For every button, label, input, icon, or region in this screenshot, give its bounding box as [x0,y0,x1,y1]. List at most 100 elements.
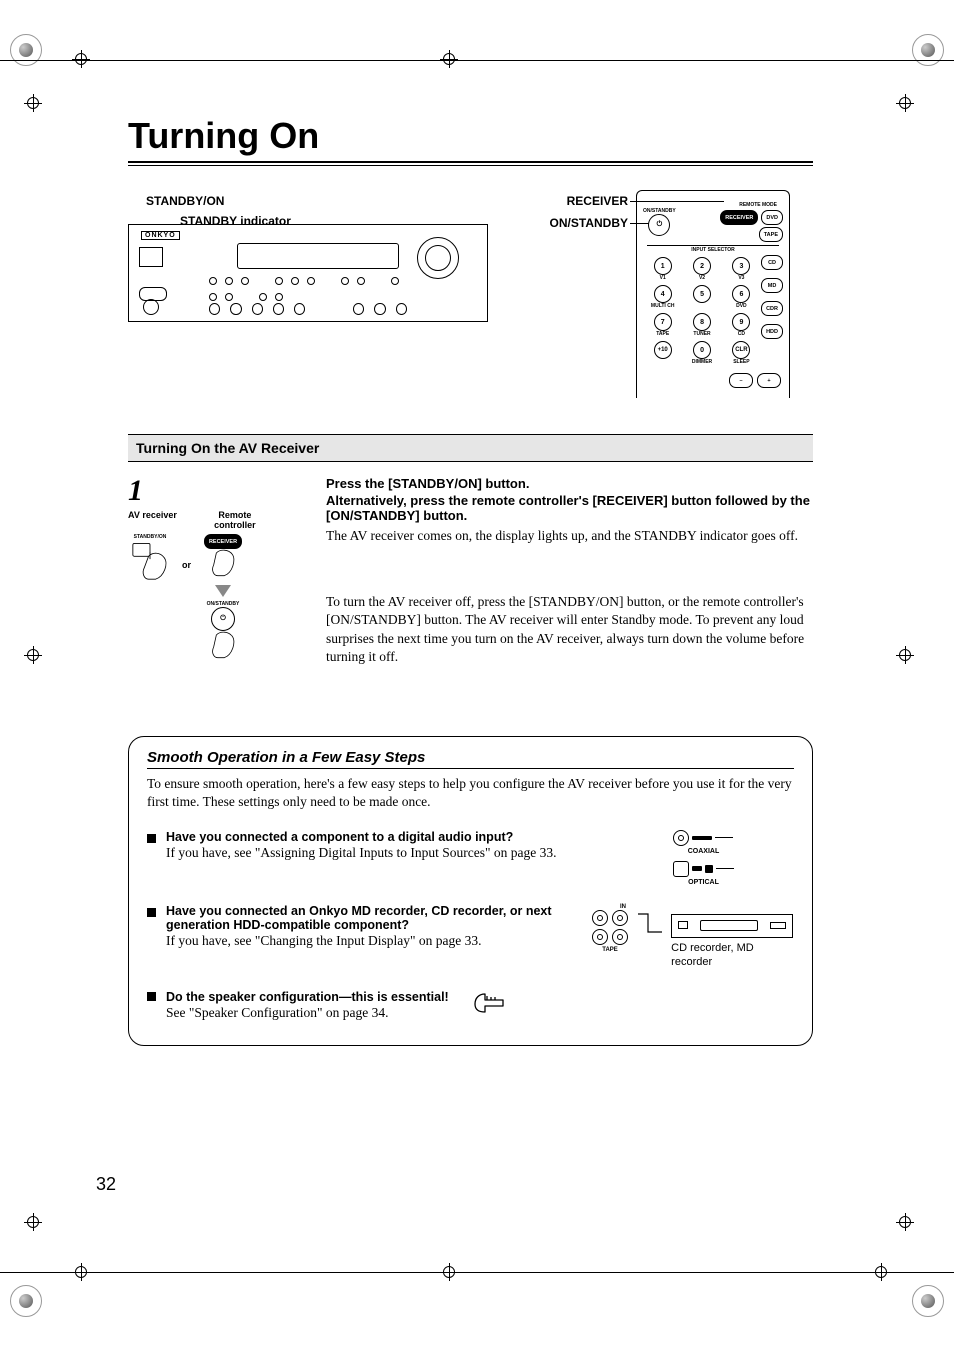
num-sub: DVD [736,303,747,309]
page-number: 32 [96,1174,116,1195]
square-bullet-icon [147,992,156,1001]
coaxial-label: COAXIAL [673,848,734,855]
coax-jack-icon [673,830,689,846]
crop-mark [912,34,944,66]
step1-line2: Alternatively, press the remote controll… [326,493,813,523]
side-button: HDD [761,324,783,339]
registration-mark [440,50,458,68]
side-button: CD [761,255,783,270]
num-button: CLR [732,341,750,359]
plug-icon [692,836,712,840]
num-sub: TUNER [693,331,710,337]
remote-on-standby-button: ⏻ [648,214,670,236]
registration-mark [24,94,42,112]
vol-plus: + [757,373,781,388]
num-sub: V2 [699,275,705,281]
num-sub: V1 [660,275,666,281]
num-button: 5 [693,285,711,303]
num-button: +10 [654,341,672,359]
page-title: Turning On [128,115,813,157]
receiver-pill: RECEIVER [204,534,242,549]
on-standby-round-icon: ⏻ [211,607,235,631]
num-sub: MULTI CH [651,303,675,309]
optical-label: OPTICAL [673,879,734,886]
connector-line-icon [636,904,663,940]
step1-line3: The AV receiver comes on, the display li… [326,527,813,545]
finger-press-icon [128,542,172,582]
remote-receiver-button: RECEIVER [720,210,758,225]
or-label: or [182,560,191,570]
num-sub: SLEEP [733,359,749,365]
smooth-intro: To ensure smooth operation, here's a few… [147,775,794,811]
square-bullet-icon [147,834,156,843]
num-button: 7 [654,313,672,331]
plug-icon [692,866,702,871]
crop-mark [10,34,42,66]
display-icon [237,243,399,269]
input-selector-label: INPUT SELECTOR [647,245,779,253]
checklist-a: If you have, see "Assigning Digital Inpu… [166,844,556,862]
finger-press-icon [201,631,245,663]
num-sub: CD [738,331,745,337]
num-sub: V3 [738,275,744,281]
label-receiver: RECEIVER [518,194,628,208]
crop-mark [10,1285,42,1317]
remote-controller-label: Remote controller [205,510,265,530]
num-sub: TAPE [656,331,669,337]
remote-diagram: RECEIVER ON/STANDBY ON/STANDBY ⏻ REMOTE … [548,194,778,398]
registration-mark [896,646,914,664]
num-button: 4 [654,285,672,303]
num-button: 3 [732,257,750,275]
brand-logo: ONKYO [141,231,180,240]
registration-mark [896,1213,914,1231]
checklist-a: See "Speaker Configuration" on page 34. [166,1004,449,1022]
checklist-q: Have you connected a component to a digi… [166,830,556,844]
section-heading: Turning On the AV Receiver [128,434,813,462]
remote-dvd-button: DVD [761,210,783,225]
smooth-operation-box: Smooth Operation in a Few Easy Steps To … [128,736,813,1046]
checklist-q: Have you connected an Onkyo MD recorder,… [166,904,572,932]
remote-mode-label: REMOTE MODE [739,202,777,208]
trim-line [0,1272,954,1273]
digital-input-diagram: COAXIAL OPTICAL [673,830,734,886]
standby-on-btn-label: STANDBY/ON [134,534,167,540]
registration-mark [24,1213,42,1231]
step1-line4: To turn the AV receiver off, press the [… [326,593,813,666]
remote-tape-button: TAPE [759,227,783,242]
tape-label: TAPE [592,947,628,953]
registration-mark [24,646,42,664]
step-number: 1 [128,476,310,506]
num-button: 0 [693,341,711,359]
side-button: MD [761,278,783,293]
label-standby-on: STANDBY/ON [146,194,488,208]
vol-minus: – [729,373,753,388]
checklist-a: If you have, see "Changing the Input Dis… [166,932,572,950]
finger-press-icon [201,549,245,581]
square-bullet-icon [147,908,156,917]
jack-icon [143,299,159,315]
crop-mark [912,1285,944,1317]
pointing-hand-icon [469,988,509,1023]
label-on-standby: ON/STANDBY [518,216,628,230]
plug-icon [705,865,713,873]
arrow-down-icon [215,585,231,597]
num-button: 8 [693,313,711,331]
num-sub: DIMMER [692,359,712,365]
trim-line [0,60,954,61]
power-button-icon [139,247,163,267]
num-button: 6 [732,285,750,303]
component-caption: CD recorder, MD recorder [671,941,794,971]
checklist-q: Do the speaker configuration—this is ess… [166,990,449,1004]
num-button: 2 [693,257,711,275]
ri-connection-diagram: IN TAPE [592,904,794,971]
volume-knob-icon [417,237,459,279]
rule [128,165,813,166]
step1-line1: Press the [STANDBY/ON] button. [326,476,813,491]
num-button: 9 [732,313,750,331]
rule [128,161,813,163]
smooth-title: Smooth Operation in a Few Easy Steps [147,749,794,766]
registration-mark [896,94,914,112]
av-receiver-label: AV receiver [128,510,177,530]
num-button: 1 [654,257,672,275]
side-button: CDR [761,301,783,316]
